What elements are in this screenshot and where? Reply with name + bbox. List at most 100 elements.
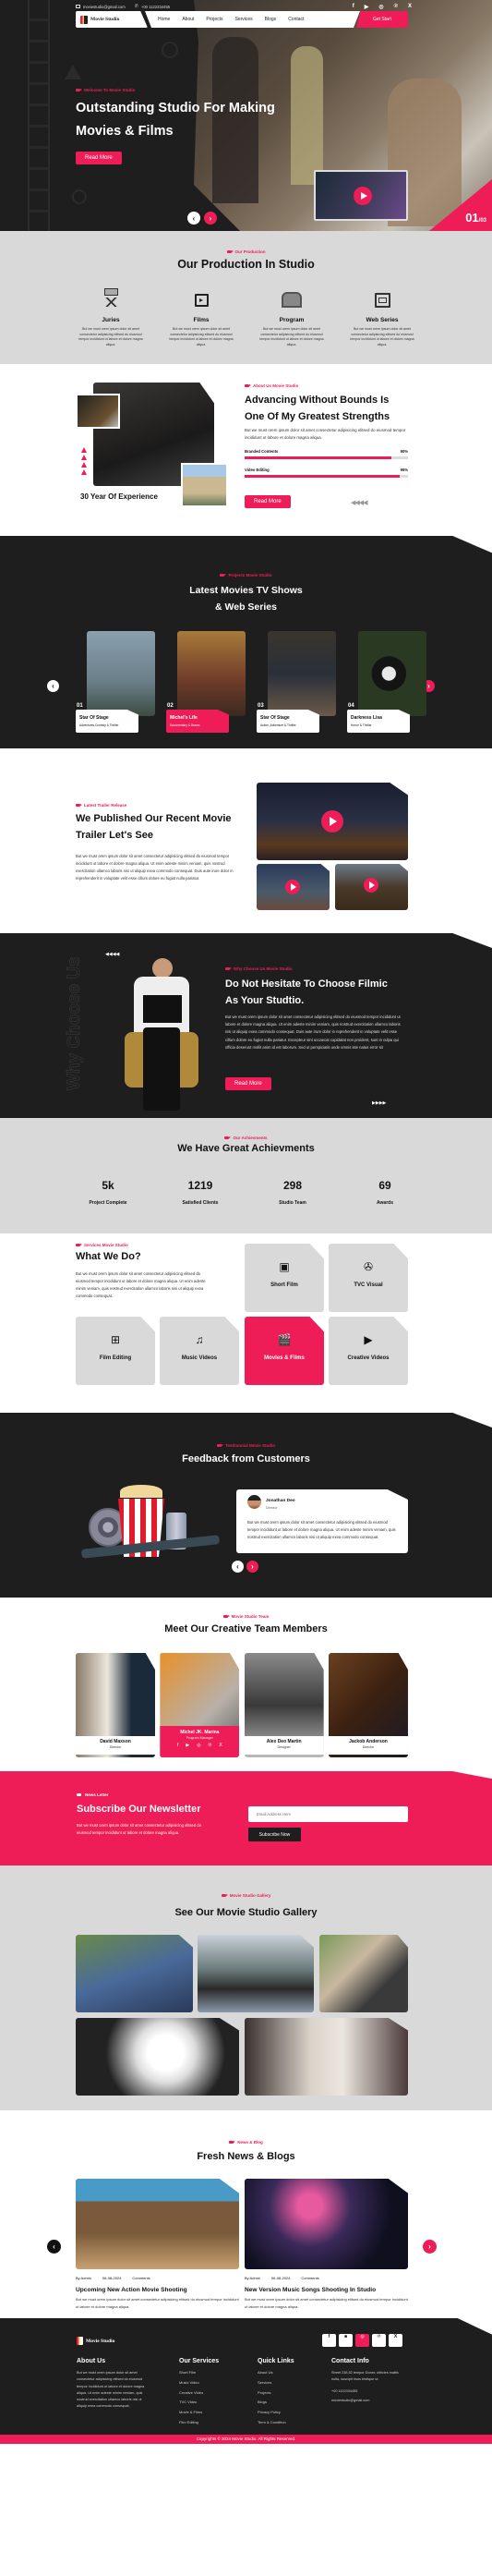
footer-quick-link[interactable]: Blogs: [258, 2400, 294, 2404]
nav-about[interactable]: About: [182, 17, 194, 22]
hero-next-button[interactable]: ›: [204, 212, 217, 225]
instagram-icon[interactable]: ◎: [355, 2334, 369, 2347]
footer-email[interactable]: moviestudio@gmail.com: [331, 2399, 405, 2402]
facebook-icon[interactable]: f: [177, 1743, 178, 1748]
facebook-icon[interactable]: f: [353, 4, 354, 10]
project-image: [358, 631, 426, 716]
project-image: [268, 631, 336, 716]
team-member-card[interactable]: Michel JK. Marina Program Manager f ▶ ◎ ℗ X: [160, 1653, 240, 1757]
blog-post-title[interactable]: Upcoming New Action Movie Shooting: [76, 2287, 239, 2293]
video-camera-icon: [226, 249, 234, 254]
instagram-icon[interactable]: ◎: [197, 1743, 200, 1748]
why-tag: Why Choose Us Movie Studio: [225, 966, 293, 971]
x-icon[interactable]: X: [219, 1743, 222, 1748]
topbar-email[interactable]: moviestudio@gmail.com: [83, 5, 126, 9]
hero-read-more-button[interactable]: Read More: [76, 152, 122, 164]
blog-post-title[interactable]: New Version Music Songs Shooting In Stud…: [245, 2287, 408, 2293]
trailer-video-3[interactable]: [335, 864, 408, 910]
footer-service-link[interactable]: Film Editing: [179, 2420, 219, 2424]
footer-quick-link[interactable]: Services: [258, 2380, 294, 2385]
nav-blogs[interactable]: Blogs: [265, 17, 277, 22]
arrows-decoration: ◀◀◀◀: [105, 952, 120, 957]
blog-card[interactable]: By Admin 06-08-2024 Comments Upcoming New …: [76, 2179, 239, 2311]
service-card[interactable]: ✇ TVC Visual: [329, 1244, 408, 1312]
footer-quick-link[interactable]: About Us: [258, 2370, 294, 2375]
testimonial-name: Jonathan Deo: [266, 1499, 295, 1503]
team-member-card[interactable]: David Maxson Director: [76, 1653, 155, 1757]
footer-phone[interactable]: +00 1122334455: [331, 2389, 405, 2393]
projects-prev-button[interactable]: ‹: [47, 680, 59, 692]
service-card[interactable]: ♫ Music Videos: [160, 1317, 239, 1385]
footer-services: Our Services Short Film Music Video Creati…: [179, 2358, 220, 2424]
footer-service-link[interactable]: TVC Video: [179, 2400, 219, 2404]
video-camera-icon: [224, 1136, 232, 1140]
video-camera-icon: [76, 803, 82, 808]
play-button[interactable]: [321, 810, 343, 832]
nav-projects[interactable]: Projects: [206, 17, 222, 22]
blog-next-button[interactable]: ›: [423, 2240, 437, 2254]
hero-video-thumbnail[interactable]: [314, 170, 408, 221]
team-member-card[interactable]: Jackob Anderson Director: [328, 1653, 408, 1757]
gallery-image[interactable]: [198, 1935, 314, 2012]
topbar-phone[interactable]: +00 1122334455: [141, 5, 170, 9]
footer-quick-link[interactable]: Projects: [258, 2390, 294, 2395]
nav-home[interactable]: Home: [158, 17, 170, 22]
x-icon[interactable]: X: [389, 2334, 402, 2347]
trailer-video-2[interactable]: [257, 864, 330, 910]
hero-prev-button[interactable]: ‹: [187, 212, 200, 225]
chevron-right-icon: ›: [428, 2242, 431, 2251]
testimonial-next-button[interactable]: ›: [246, 1561, 258, 1573]
testimonial-prev-button[interactable]: ‹: [232, 1561, 244, 1573]
pinterest-icon[interactable]: ℗: [209, 1743, 212, 1748]
youtube-icon[interactable]: ▶: [186, 1743, 189, 1748]
project-card[interactable]: 02 Michel's Life Documentary & Drama: [166, 631, 246, 735]
about-read-more-button[interactable]: Read More: [245, 495, 291, 508]
get-start-button[interactable]: Get Start: [356, 11, 408, 28]
blog-prev-button[interactable]: ‹: [47, 2240, 61, 2254]
email-input[interactable]: [248, 1806, 408, 1822]
subscribe-button[interactable]: Subscribe Now: [248, 1828, 301, 1841]
blog-card[interactable]: By Admin 06-08-2024 Comments New Version M…: [245, 2179, 408, 2311]
project-card[interactable]: 04 Darkness Lisa Horror & Thriller: [347, 631, 426, 735]
production-item: Films But we must orem ipsum dolor sit a…: [166, 288, 236, 347]
service-label: Movies & Films: [264, 1355, 305, 1361]
footer-quick-link[interactable]: Term & Condition: [258, 2420, 294, 2424]
newsletter-text: But we must orem ipsum dolor sit amet co…: [77, 1823, 201, 1835]
service-card[interactable]: ▶ Creative Videos: [329, 1317, 408, 1385]
gallery-image[interactable]: [76, 1935, 193, 2012]
footer-quick-link[interactable]: Privacy Policy: [258, 2410, 294, 2414]
footer-service-link[interactable]: Movie & Films: [179, 2410, 219, 2414]
why-read-more-button[interactable]: Read More: [225, 1077, 271, 1090]
pinterest-icon[interactable]: ℗: [372, 2334, 386, 2347]
instagram-icon[interactable]: ◎: [378, 4, 383, 10]
project-card[interactable]: 01 Star Of Stage Adventures,Comedy & Thr…: [76, 631, 155, 735]
footer-service-link[interactable]: Short Film: [179, 2370, 219, 2375]
gallery-image[interactable]: [319, 1935, 408, 2012]
footer-logo[interactable]: Movie Studio: [77, 2337, 114, 2345]
play-button[interactable]: [364, 878, 378, 893]
footer-service-link[interactable]: Creative Video: [179, 2390, 219, 2395]
pinterest-icon[interactable]: ℗: [394, 4, 398, 10]
footer-service-link[interactable]: Music Video: [179, 2380, 219, 2385]
logo-box[interactable]: Movie Studio: [76, 11, 148, 28]
team-member-card[interactable]: Alex Deo Martin Designer: [244, 1653, 324, 1757]
skill-video-editing: Video Editing 95%: [245, 468, 408, 478]
service-card[interactable]: ⊞ Film Editing: [76, 1317, 155, 1385]
youtube-icon[interactable]: ■: [339, 2334, 353, 2347]
facebook-icon[interactable]: f: [322, 2334, 336, 2347]
gallery-image[interactable]: [76, 2018, 239, 2096]
nav-services[interactable]: Services: [234, 17, 252, 22]
x-icon[interactable]: X: [408, 4, 412, 10]
youtube-icon[interactable]: ▶: [365, 4, 369, 10]
play-button[interactable]: [354, 187, 372, 205]
service-card[interactable]: ▣ Short Film: [245, 1244, 324, 1312]
nav-contact[interactable]: Contact: [288, 17, 304, 22]
gallery-image[interactable]: [245, 2018, 408, 2096]
trailer-main-video[interactable]: [257, 783, 408, 860]
achievements-tag: Our Achievments: [0, 1136, 492, 1140]
video-camera-icon: [217, 1443, 224, 1448]
service-label: TVC Visual: [354, 1282, 383, 1288]
play-button[interactable]: [285, 880, 300, 894]
project-card[interactable]: 03 Star Of Stage Action ,Adventure & Thr…: [257, 631, 336, 735]
service-card[interactable]: 🎬 Movies & Films: [245, 1317, 324, 1385]
